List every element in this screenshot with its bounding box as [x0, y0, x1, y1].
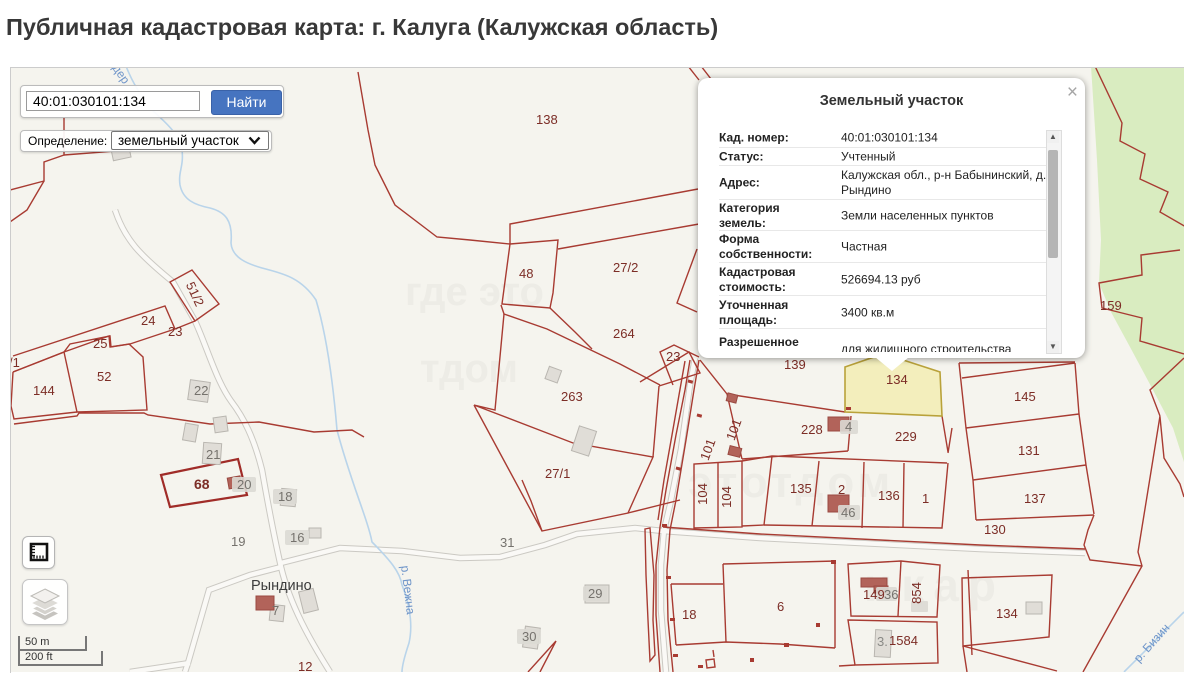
svg-text:23: 23 — [168, 324, 182, 339]
svg-text:228: 228 — [801, 422, 823, 437]
svg-text:159: 159 — [1100, 298, 1122, 313]
svg-text:136: 136 — [878, 488, 900, 503]
svg-text:7: 7 — [272, 603, 279, 618]
svg-text:135: 135 — [790, 481, 812, 496]
svg-text:131: 131 — [1018, 443, 1040, 458]
svg-text:68: 68 — [194, 476, 210, 492]
svg-text:27/1: 27/1 — [545, 466, 570, 481]
svg-text:Рындино: Рындино — [251, 578, 312, 594]
svg-text:25: 25 — [93, 336, 107, 351]
svg-text:23: 23 — [666, 349, 680, 364]
svg-text:2: 2 — [838, 482, 845, 497]
svg-text:46: 46 — [841, 505, 855, 520]
svg-text:229: 229 — [895, 429, 917, 444]
svg-text:21: 21 — [206, 447, 220, 462]
svg-text:4: 4 — [845, 419, 852, 434]
svg-text:16: 16 — [290, 530, 304, 545]
svg-text:/1: /1 — [11, 355, 20, 370]
svg-text:20: 20 — [237, 477, 251, 492]
svg-text:52: 52 — [97, 369, 111, 384]
svg-text:149: 149 — [863, 587, 885, 602]
svg-text:18: 18 — [682, 607, 696, 622]
svg-text:тдом: тдом — [420, 347, 518, 391]
svg-text:27/2: 27/2 — [613, 260, 638, 275]
svg-text:29: 29 — [588, 586, 602, 601]
svg-text:854: 854 — [909, 582, 924, 604]
svg-text:104: 104 — [695, 483, 710, 505]
svg-text:138: 138 — [536, 112, 558, 127]
svg-text:134: 134 — [996, 606, 1018, 621]
svg-text:31: 31 — [500, 535, 514, 550]
svg-text:1584: 1584 — [889, 633, 918, 648]
svg-text:12: 12 — [298, 659, 312, 672]
svg-text:22: 22 — [194, 383, 208, 398]
svg-text:139: 139 — [784, 357, 806, 372]
svg-text:104: 104 — [719, 486, 734, 508]
svg-text:130: 130 — [984, 522, 1006, 537]
svg-text:19: 19 — [231, 534, 245, 549]
svg-text:145: 145 — [1014, 389, 1036, 404]
svg-text:3.: 3. — [877, 634, 888, 649]
svg-text:24: 24 — [141, 313, 155, 328]
svg-text:48: 48 — [519, 266, 533, 281]
svg-text:144: 144 — [33, 383, 55, 398]
svg-text:264: 264 — [613, 326, 635, 341]
svg-text:36: 36 — [884, 587, 898, 602]
svg-text:137: 137 — [1024, 491, 1046, 506]
svg-text:30: 30 — [522, 629, 536, 644]
svg-text:263: 263 — [561, 389, 583, 404]
svg-text:18: 18 — [278, 489, 292, 504]
svg-text:1: 1 — [922, 491, 929, 506]
svg-text:134: 134 — [886, 372, 908, 387]
svg-text:6: 6 — [777, 599, 784, 614]
